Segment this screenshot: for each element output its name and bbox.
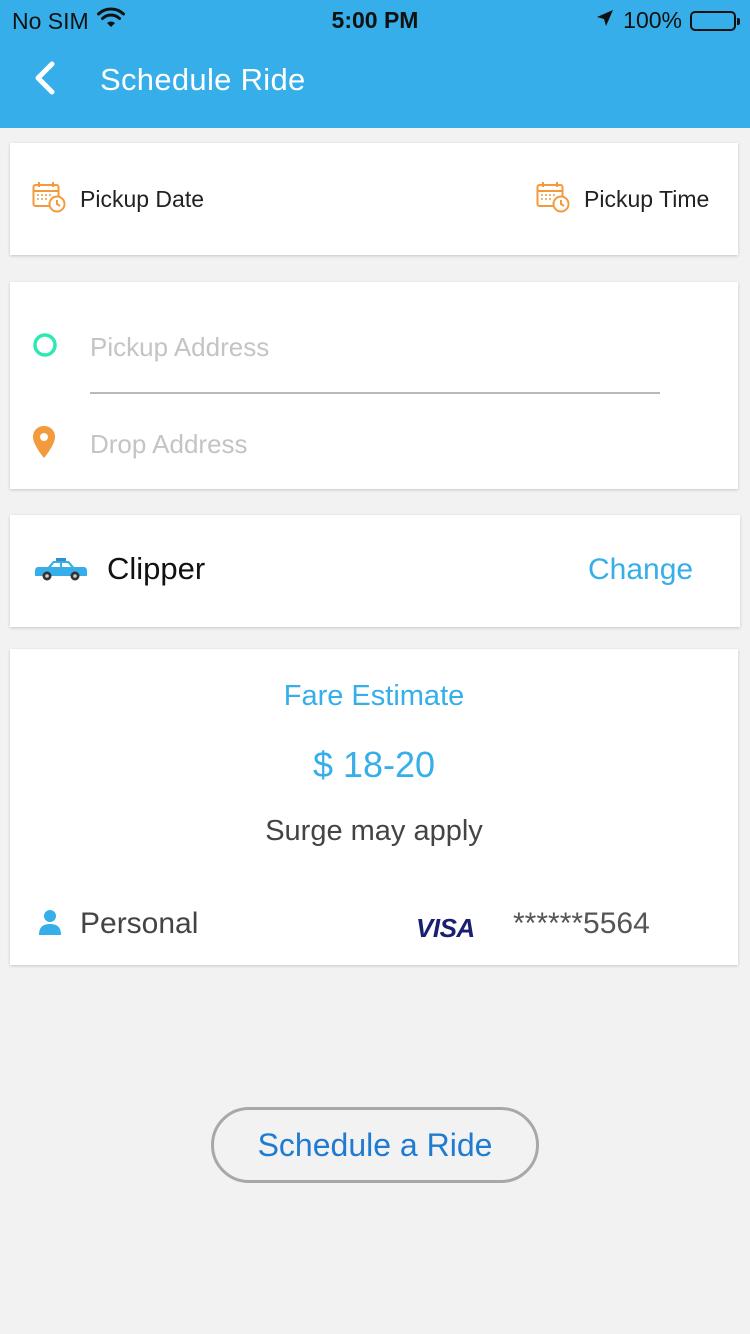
profile-label: Personal [80, 907, 199, 940]
ride-type-card: Clipper Change [10, 515, 740, 627]
pickup-address-field[interactable]: Pickup Address [32, 332, 269, 363]
address-card: Pickup Address Drop Address [10, 282, 738, 489]
header: No SIM 5:00 PM 100% Schedule Ride [0, 0, 750, 128]
chevron-left-icon [32, 61, 56, 100]
change-ride-button[interactable]: Change [588, 553, 693, 587]
pickup-circle-icon [32, 332, 58, 363]
address-divider [90, 392, 660, 394]
back-button[interactable] [22, 58, 66, 102]
surge-note: Surge may apply [265, 815, 483, 847]
map-pin-icon [32, 425, 56, 464]
battery-icon [690, 10, 740, 31]
fare-estimate-value: $ 18-20 [312, 744, 436, 785]
location-arrow-icon [595, 7, 615, 34]
payment-profile[interactable]: Personal [38, 907, 198, 941]
page-title: Schedule Ride [100, 62, 306, 97]
fare-card: Fare Estimate $ 18-20 Surge may apply Pe… [10, 649, 738, 965]
pickup-time-label: Pickup Time [584, 186, 710, 212]
pickup-date-button[interactable]: Pickup Date [32, 181, 204, 218]
pickup-time-button[interactable]: Pickup Time [536, 181, 709, 218]
drop-address-placeholder: Drop Address [90, 428, 248, 459]
ride-type-name: Clipper [107, 551, 206, 586]
status-right: 100% [595, 7, 740, 34]
nav-bar: Schedule Ride [0, 40, 750, 128]
status-bar: No SIM 5:00 PM 100% [0, 0, 750, 40]
battery-percent: 100% [623, 7, 682, 33]
taxi-icon [34, 557, 88, 588]
visa-logo: VISA [416, 913, 475, 943]
schedule-card: Pickup Date Pickup Time [10, 143, 738, 255]
pickup-address-placeholder: Pickup Address [90, 331, 270, 362]
person-icon [38, 909, 62, 940]
pickup-date-label: Pickup Date [80, 186, 205, 212]
drop-address-field[interactable]: Drop Address [32, 425, 248, 460]
calendar-clock-icon [32, 181, 66, 218]
schedule-ride-button[interactable]: Schedule a Ride [211, 1107, 539, 1183]
calendar-clock-icon [536, 181, 570, 218]
card-number: ******5564 [513, 907, 650, 940]
fare-estimate-title: Fare Estimate [283, 680, 465, 712]
